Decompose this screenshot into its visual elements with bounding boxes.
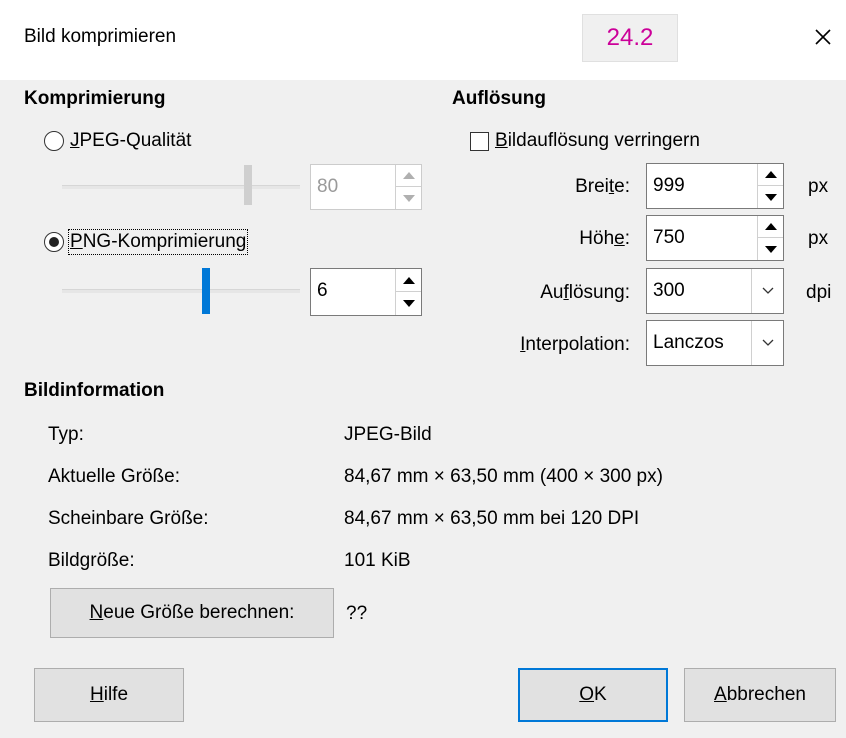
height-unit: px [808,228,829,249]
spin-down-icon[interactable] [395,187,421,209]
close-icon [815,29,831,45]
jpeg-radio-circle[interactable] [44,131,64,151]
jpeg-spin-buttons[interactable] [395,165,421,209]
close-button[interactable] [808,22,838,52]
reduce-resolution-check-box[interactable] [470,131,489,151]
spin-down-icon[interactable] [395,292,421,315]
resolution-section-title: Auflösung [452,88,546,109]
spin-up-icon[interactable] [757,164,783,186]
png-compression-spinbox[interactable]: 6 [310,268,422,316]
height-label: Höhe: [579,228,630,249]
ok-button[interactable]: OK [518,668,668,722]
info-type-label: Typ: [48,424,84,445]
jpeg-quality-label: JPEG-Qualität [70,130,192,151]
spin-up-icon[interactable] [757,216,783,238]
jpeg-quality-slider-thumb[interactable] [244,165,252,205]
calculated-size-value: ?? [346,603,368,624]
png-compression-radio[interactable]: PNG-Komprimierung [44,229,249,255]
calculate-new-size-button[interactable]: Neue Größe berechnen: [50,588,334,638]
window-title: Bild komprimieren [24,26,177,47]
jpeg-quality-radio[interactable]: JPEG-Qualität [44,128,191,154]
width-spin-buttons[interactable] [757,164,783,208]
version-badge: 24.2 [582,14,678,62]
width-spinbox[interactable]: 999 [646,163,784,209]
dpi-label: Auflösung: [540,282,630,303]
compression-section-title: Komprimierung [24,88,166,109]
info-current-size-value: 84,67 mm × 63,50 mm (400 × 300 px) [344,466,663,487]
png-compression-slider-thumb[interactable] [202,268,210,314]
image-info-section-title: Bildinformation [24,380,165,401]
dpi-unit: dpi [806,282,832,303]
spin-up-icon[interactable] [395,165,421,187]
interpolation-label: Interpolation: [520,334,630,355]
png-compression-value: 6 [317,280,328,301]
info-apparent-size-label: Scheinbare Größe: [48,508,209,529]
chevron-down-icon[interactable] [751,321,783,365]
dpi-combobox[interactable]: 300 [646,268,784,314]
interpolation-combobox[interactable]: Lanczos [646,320,784,366]
height-spin-buttons[interactable] [757,216,783,260]
height-value: 750 [653,227,685,248]
jpeg-quality-value: 80 [317,176,339,197]
info-file-size-label: Bildgröße: [48,550,135,571]
spin-down-icon[interactable] [757,238,783,260]
info-apparent-size-value: 84,67 mm × 63,50 mm bei 120 DPI [344,508,640,529]
help-button[interactable]: Hilfe [34,668,184,722]
png-spin-buttons[interactable] [395,269,421,315]
png-compression-label: PNG-Komprimierung [67,229,249,255]
reduce-resolution-checkbox[interactable]: Bildauflösung verringern [470,128,700,154]
width-value: 999 [653,175,685,196]
reduce-resolution-label: Bildauflösung verringern [495,130,700,151]
info-file-size-value: 101 KiB [344,550,411,571]
chevron-down-icon[interactable] [751,269,783,313]
cancel-button[interactable]: Abbrechen [684,668,836,722]
jpeg-quality-slider-track[interactable] [62,185,300,189]
info-current-size-label: Aktuelle Größe: [48,466,180,487]
spin-down-icon[interactable] [757,186,783,208]
png-radio-circle[interactable] [44,232,64,252]
spin-up-icon[interactable] [395,269,421,292]
info-type-value: JPEG-Bild [344,424,432,445]
jpeg-quality-spinbox[interactable]: 80 [310,164,422,210]
width-unit: px [808,176,829,197]
interpolation-value: Lanczos [653,332,724,353]
png-compression-slider-track[interactable] [62,289,300,293]
dpi-value: 300 [653,280,685,301]
height-spinbox[interactable]: 750 [646,215,784,261]
width-label: Breite: [575,176,630,197]
